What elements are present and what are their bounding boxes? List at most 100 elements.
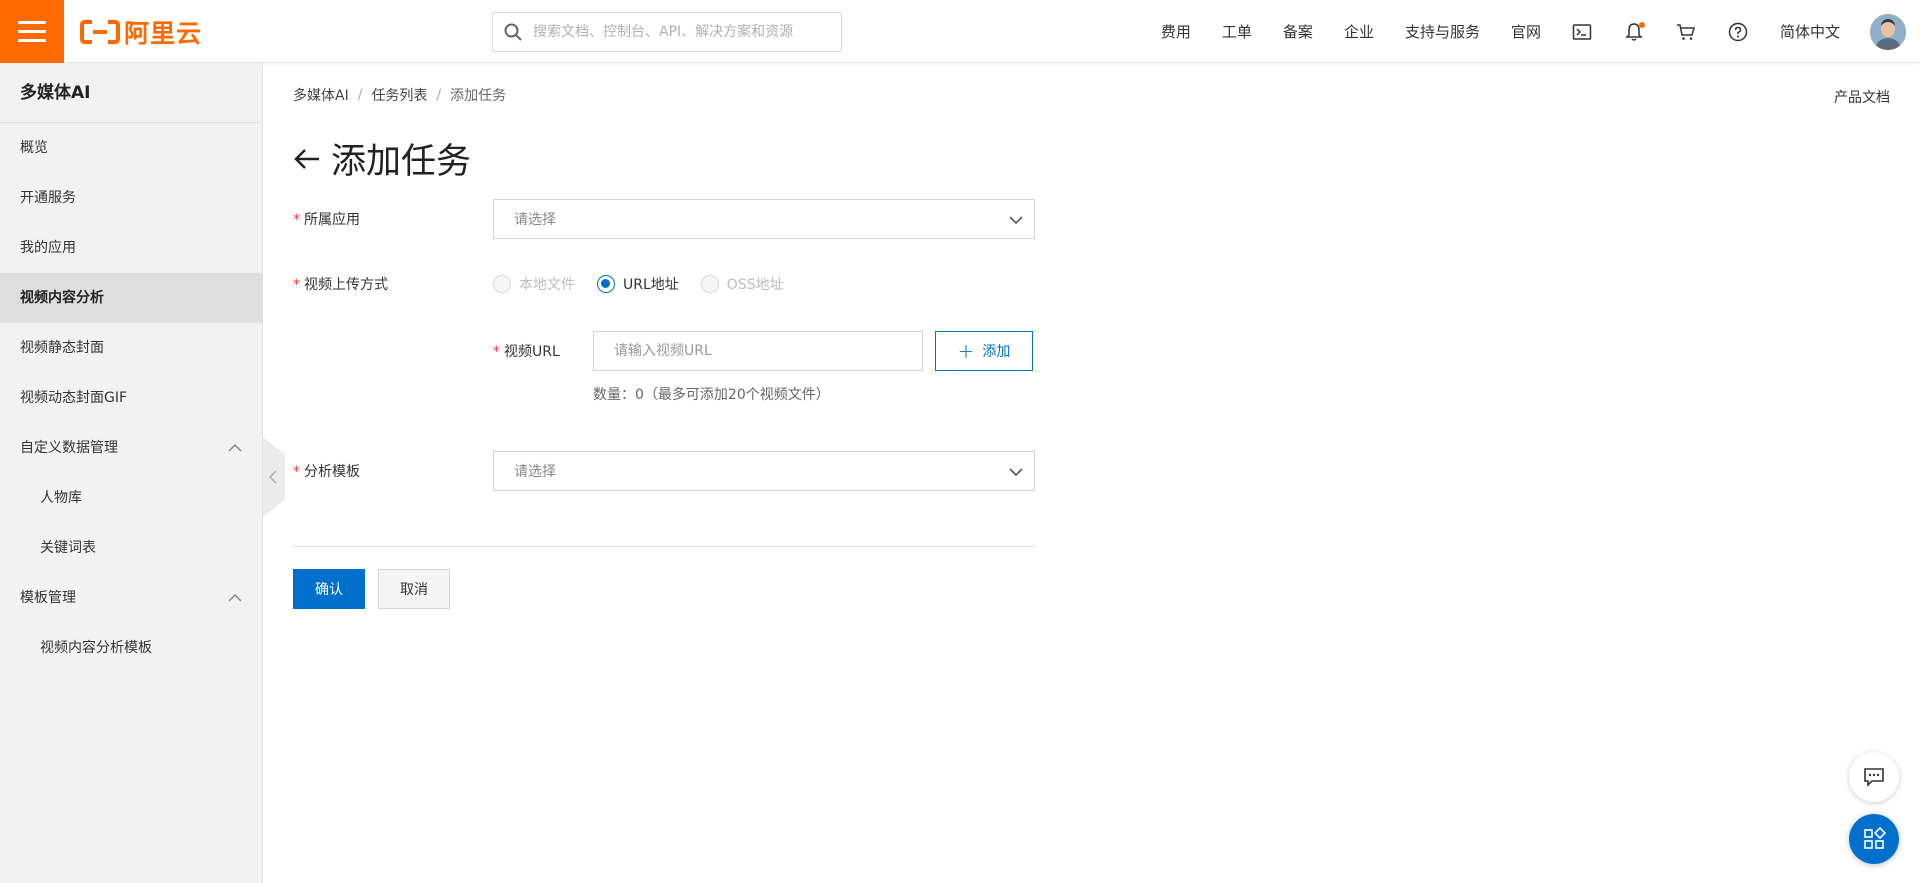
help-icon[interactable] [1727,21,1749,43]
sidebar-item-label: 模板管理 [20,590,76,606]
sidebar-item-person-library[interactable]: 人物库 [0,473,262,523]
page-title: 添加任务 [331,142,472,182]
template-select[interactable]: 请选择 [493,451,1035,491]
sidebar-item-label: 视频动态封面GIF [20,390,128,406]
sidebar-item-video-static-cover[interactable]: 视频静态封面 [0,323,262,373]
sidebar-item-keyword-table[interactable]: 关键词表 [0,523,262,573]
sidebar-item-video-content-analysis[interactable]: 视频内容分析 [0,273,262,323]
breadcrumb-multimedia-ai[interactable]: 多媒体AI [293,85,349,105]
nav-support[interactable]: 支持与服务 [1405,21,1480,42]
radio-local-file[interactable]: 本地文件 [493,274,575,294]
menu-icon-line [18,39,46,42]
template-select-placeholder: 请选择 [514,464,556,480]
sidebar-item-label: 视频静态封面 [20,340,104,356]
radio-button [700,275,719,293]
product-docs-link[interactable]: 产品文档 [1834,87,1890,107]
sidebar-item-label: 我的应用 [20,240,76,256]
hamburger-menu-button[interactable] [0,0,64,63]
terminal-icon[interactable] [1571,21,1593,43]
nav-enterprise[interactable]: 企业 [1344,21,1374,42]
add-url-button[interactable]: + 添加 [935,331,1033,371]
form-divider [293,546,1035,547]
app-label-text: 所属应用 [304,212,360,228]
radio-button [493,275,511,293]
sidebar-item-label: 视频内容分析模板 [40,640,152,656]
sidebar-item-video-gif-cover[interactable]: 视频动态封面GIF [0,373,262,423]
video-url-label: * 视频URL [493,341,560,361]
cart-icon[interactable] [1675,21,1697,43]
nav-billing[interactable]: 费用 [1161,21,1191,42]
top-navigation-bar: 阿里云 费用 工单 备案 企业 支持与服务 官网 简体中文 [0,0,1920,63]
sidebar-item-label: 自定义数据管理 [20,440,118,456]
sidebar-item-overview[interactable]: 概览 [0,123,262,173]
sidebar-item-analysis-template[interactable]: 视频内容分析模板 [0,623,262,673]
user-avatar-image [1870,13,1906,50]
required-mark: * [493,344,500,360]
language-switcher[interactable]: 简体中文 [1780,21,1840,42]
radio-oss[interactable]: OSS地址 [700,274,784,294]
chat-icon [1864,768,1884,787]
menu-icon-line [18,21,46,24]
logo-text: 阿里云 [124,19,203,48]
breadcrumb-task-list[interactable]: 任务列表 [371,85,427,105]
radio-label: 本地文件 [519,277,575,293]
nav-icp-filing[interactable]: 备案 [1283,21,1313,42]
app-select-placeholder: 请选择 [514,212,556,228]
confirm-button[interactable]: 确认 [293,569,365,609]
template-label-text: 分析模板 [304,464,360,480]
sidebar-group-custom-data[interactable]: 自定义数据管理 [0,423,262,473]
radio-button [597,275,615,293]
breadcrumb-separator: / [357,87,363,103]
plus-icon: + [957,339,975,363]
chat-support-button[interactable] [1849,752,1899,802]
sidebar-item-label: 视频内容分析 [20,290,104,306]
notification-dot [1638,21,1645,28]
cancel-button[interactable]: 取消 [378,569,450,609]
app-select[interactable]: 请选择 [493,199,1035,239]
breadcrumb-current: 添加任务 [450,88,507,104]
sidebar-item-my-apps[interactable]: 我的应用 [0,223,262,273]
main-content: 多媒体AI / 任务列表 / 添加任务 产品文档 添加任务 * 所属应用 请选择 … [263,63,1920,883]
breadcrumb-separator: / [436,87,442,103]
chevron-up-icon [228,423,242,473]
top-nav-links: 费用 工单 备案 企业 支持与服务 官网 简体中文 [1130,0,1920,63]
sidebar-item-activate-service[interactable]: 开通服务 [0,173,262,223]
sidebar-item-label: 人物库 [40,490,82,506]
search-input[interactable] [533,24,823,40]
chevron-down-icon [1009,216,1023,225]
template-field-label: * 分析模板 [293,461,360,481]
sidebar-item-label: 开通服务 [20,190,76,206]
video-url-label-text: 视频URL [504,344,560,360]
page-header: 添加任务 [293,133,471,184]
sidebar-title: 多媒体AI [0,63,262,123]
global-search[interactable] [492,12,842,52]
required-mark: * [293,277,300,293]
aliyun-logo[interactable]: 阿里云 [80,17,203,48]
required-mark: * [293,464,300,480]
chevron-up-icon [228,573,242,623]
user-avatar[interactable] [1870,13,1906,50]
app-field-label: * 所属应用 [293,209,360,229]
add-button-label: 添加 [982,344,1011,360]
sidebar-group-template-management[interactable]: 模板管理 [0,573,262,623]
upload-method-radio-group: 本地文件 URL地址 OSS地址 [493,274,806,294]
upload-label-text: 视频上传方式 [304,277,388,293]
sidebar: 多媒体AI 概览 开通服务 我的应用 视频内容分析 视频静态封面 视频动态封面G… [0,63,263,883]
chevron-down-icon [1009,468,1023,477]
required-mark: * [293,212,300,228]
apps-grid-icon [1864,827,1886,849]
search-icon [504,23,522,41]
url-count-hint: 数量：0（最多可添加20个视频文件） [593,387,830,403]
sidebar-item-label: 关键词表 [40,540,96,556]
nav-official-site[interactable]: 官网 [1511,21,1541,42]
upload-method-label: * 视频上传方式 [293,274,388,294]
apps-menu-button[interactable] [1849,814,1899,864]
bell-icon[interactable] [1623,21,1645,43]
back-arrow-icon[interactable] [293,145,321,173]
nav-tickets[interactable]: 工单 [1222,21,1252,42]
radio-url[interactable]: URL地址 [597,274,679,294]
sidebar-item-label: 概览 [20,140,48,156]
menu-icon-line [18,30,46,33]
radio-label: URL地址 [623,277,679,293]
video-url-input[interactable] [593,331,923,371]
